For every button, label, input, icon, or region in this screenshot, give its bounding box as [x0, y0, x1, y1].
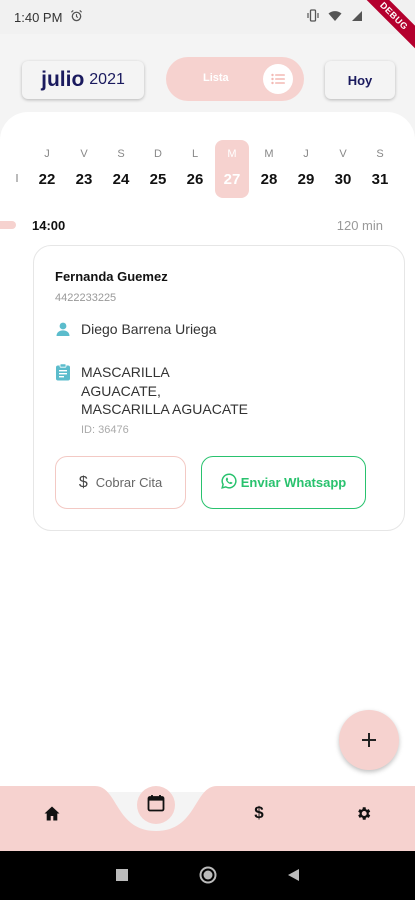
employee-name: Diego Barrena Uriega: [81, 321, 217, 337]
week-strip: J 22 V 23 S 24 D 25 L 26 M 27 M 28 J 29 V 30 S 31: [0, 124, 415, 204]
charge-button[interactable]: $ Cobrar Cita: [55, 456, 186, 509]
day-number: 25: [149, 171, 167, 188]
day-name: S: [376, 148, 384, 160]
slot-duration: 120 min: [336, 218, 383, 233]
day-number: 24: [112, 171, 130, 188]
day-number: 31: [371, 171, 389, 188]
month-selector[interactable]: julio 2021: [22, 61, 144, 99]
today-button[interactable]: Hoy: [325, 61, 395, 99]
whatsapp-label: Enviar Whatsapp: [240, 475, 347, 490]
day-cell[interactable]: V 30: [326, 140, 360, 198]
charge-label: Cobrar Cita: [95, 475, 163, 490]
vibrate-icon: [307, 9, 319, 25]
plus-icon: [360, 724, 378, 756]
day-number: 29: [297, 171, 315, 188]
status-bar: 1:40 PM DEBUG: [0, 0, 415, 61]
day-cell[interactable]: D 25: [141, 140, 175, 198]
content-sheet: J 22 V 23 S 24 D 25 L 26 M 27 M 28 J 29 V 30 S 31 14:00 120…: [0, 112, 415, 792]
year-label: 2021: [89, 71, 125, 88]
day-name: J: [44, 148, 50, 160]
day-number: 28: [260, 171, 278, 188]
day-name: J: [303, 148, 309, 160]
day-cell[interactable]: M 28: [252, 140, 286, 198]
calendar-icon: [147, 794, 165, 817]
day-name: L: [191, 148, 199, 160]
whatsapp-button[interactable]: Enviar Whatsapp: [201, 456, 366, 509]
month-label: julio: [41, 68, 85, 91]
day-number: 26: [186, 171, 204, 188]
day-cell[interactable]: J 29: [289, 140, 323, 198]
add-appointment-button[interactable]: [339, 710, 399, 770]
appointment-card[interactable]: Fernanda Guemez 4422233225 Diego Barrena…: [33, 245, 405, 531]
status-icons: [307, 9, 363, 25]
day-name: S: [117, 148, 125, 160]
day-name: M: [264, 148, 274, 160]
alarm-icon: [70, 9, 83, 25]
day-name: D: [154, 148, 162, 160]
day-cell[interactable]: M 27: [215, 140, 249, 198]
home-icon[interactable]: [37, 798, 67, 828]
employee-row: Diego Barrena Uriega: [55, 321, 216, 340]
signal-icon: [351, 10, 363, 25]
list-icon: [263, 64, 293, 94]
calendar-nav-button[interactable]: [137, 786, 175, 824]
gear-icon[interactable]: [348, 798, 378, 828]
person-icon: [55, 321, 75, 340]
slot-time: 14:00: [32, 218, 66, 233]
client-name: Fernanda Guemez: [55, 269, 168, 284]
day-name: M: [227, 148, 237, 160]
current-slot-marker: [0, 221, 16, 229]
services-row: MASCARILLA AGUACATE, MASCARILLA AGUACATE: [55, 363, 248, 419]
appointment-id: ID: 36476: [81, 424, 129, 436]
recents-icon[interactable]: [115, 868, 129, 887]
week-scroll-tick: [16, 174, 18, 182]
service-line: MASCARILLA AGUACATE: [81, 401, 249, 417]
app-header: julio 2021 Lista Hoy: [0, 34, 415, 124]
day-number: 23: [75, 171, 93, 188]
day-number: 27: [223, 171, 241, 188]
day-cell[interactable]: L 26: [178, 140, 212, 198]
day-name: V: [80, 148, 88, 160]
back-icon[interactable]: [286, 868, 300, 887]
day-cell[interactable]: V 23: [67, 140, 101, 198]
day-name: V: [339, 148, 347, 160]
wifi-icon: [328, 10, 342, 25]
day-number: 22: [38, 171, 56, 188]
system-navigation-bar: [0, 851, 415, 900]
view-toggle[interactable]: Lista: [166, 57, 304, 101]
service-line: AGUACATE,: [81, 382, 161, 399]
service-line: MASCARILLA: [81, 364, 170, 380]
day-cell[interactable]: J 22: [30, 140, 64, 198]
dollar-icon[interactable]: $: [244, 798, 274, 828]
client-phone: 4422233225: [55, 292, 117, 304]
day-cell[interactable]: S 31: [363, 140, 397, 198]
day-cell[interactable]: S 24: [104, 140, 138, 198]
clipboard-icon: [55, 363, 75, 386]
view-toggle-label: Lista: [203, 72, 229, 84]
dollar-icon: $: [78, 473, 88, 491]
status-time: 1:40 PM: [14, 9, 63, 25]
services-text: MASCARILLA AGUACATE, MASCARILLA AGUACATE: [81, 363, 248, 419]
whatsapp-icon: [220, 473, 237, 492]
day-number: 30: [334, 171, 352, 188]
bottom-navigation: $: [0, 786, 415, 851]
home-system-icon[interactable]: [199, 866, 217, 889]
